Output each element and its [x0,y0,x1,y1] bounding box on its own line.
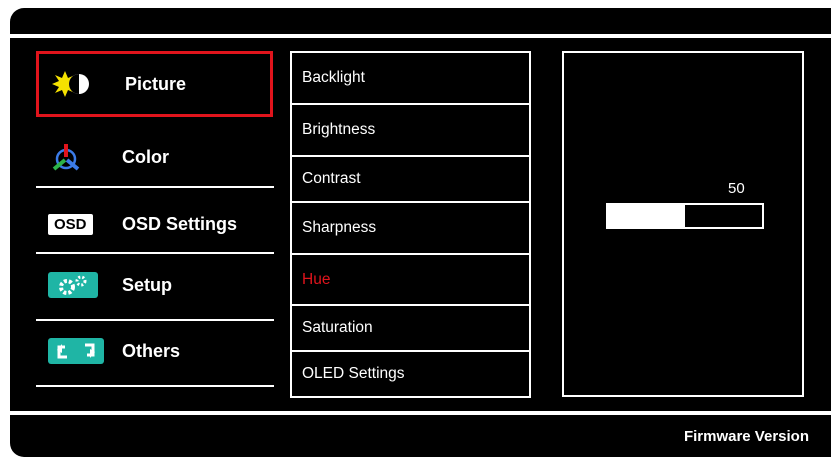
submenu-item-hue[interactable]: Hue [290,253,531,304]
top-divider [10,34,831,38]
submenu-item-saturation[interactable]: Saturation [290,304,531,350]
submenu-label: Contrast [302,170,361,187]
submenu-label: Saturation [302,319,373,336]
osd-icon: OSD [48,209,112,239]
menu-separator [36,385,274,387]
value-slider-fill [608,205,685,227]
submenu-item-backlight[interactable]: Backlight [290,51,531,103]
menu-label-setup: Setup [122,274,173,295]
menu-item-others[interactable]: Others [36,318,273,384]
value-number: 50 [728,180,745,197]
menu-item-picture[interactable]: Picture [36,51,273,117]
bottom-divider [10,411,831,415]
color-icon [48,142,112,172]
picture-icon [51,69,115,99]
submenu-item-oled-settings[interactable]: OLED Settings [290,350,531,398]
submenu-item-sharpness[interactable]: Sharpness [290,201,531,253]
osd-screen: Picture Color OSD OSD Settings Setup Oth… [10,8,831,457]
firmware-version-label: Firmware Version [683,428,809,445]
gears-icon [48,270,112,300]
menu-separator [36,186,274,188]
menu-item-color[interactable]: Color [36,124,273,190]
value-slider[interactable] [606,203,764,229]
menu-item-setup[interactable]: Setup [36,252,273,318]
menu-label-osd-settings: OSD Settings [122,213,238,234]
submenu-label: Backlight [302,69,365,86]
osd-badge: OSD [48,213,93,235]
menu-label-color: Color [122,146,169,167]
submenu-item-brightness[interactable]: Brightness [290,103,531,155]
menu-item-osd-settings[interactable]: OSD OSD Settings [36,191,273,257]
submenu-label: Brightness [302,121,376,138]
submenu-label: Sharpness [302,219,377,236]
others-icon [48,336,112,366]
submenu-item-contrast[interactable]: Contrast [290,155,531,201]
submenu-label: Hue [302,270,331,288]
menu-label-picture: Picture [125,73,187,94]
submenu-label: OLED Settings [302,365,405,382]
menu-label-others: Others [122,340,181,361]
